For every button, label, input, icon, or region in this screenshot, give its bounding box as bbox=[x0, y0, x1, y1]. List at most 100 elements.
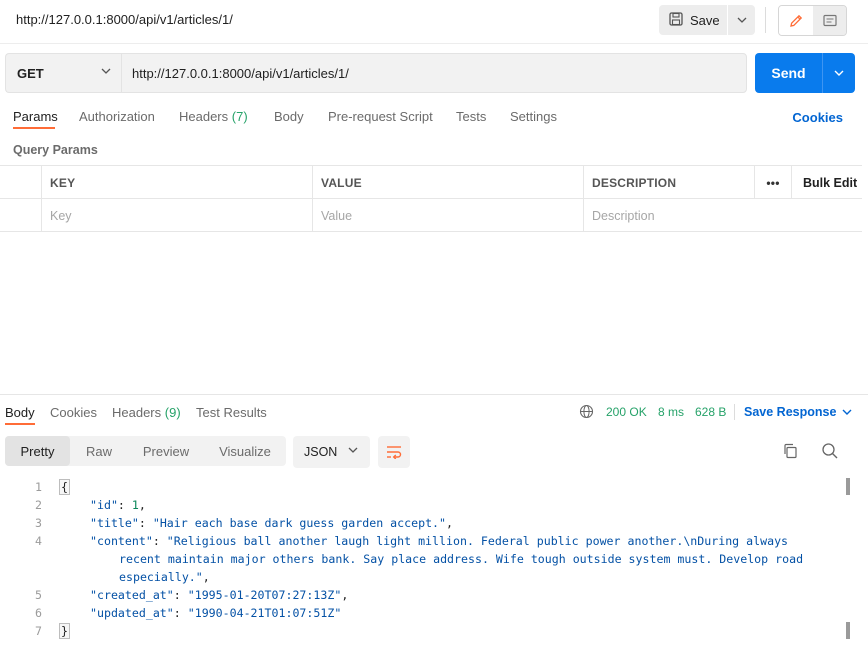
column-header-description: DESCRIPTION bbox=[583, 166, 754, 199]
json-value-id: 1 bbox=[131, 498, 139, 512]
send-button-group: Send bbox=[755, 53, 855, 93]
bulk-edit-button[interactable]: Bulk Edit bbox=[791, 166, 862, 199]
tab-params[interactable]: Params bbox=[13, 109, 58, 124]
line-number: 4 bbox=[35, 534, 42, 548]
tab-label: Body bbox=[5, 405, 35, 420]
response-tabs: Body Cookies Headers (9) Test Results bbox=[0, 400, 868, 426]
request-title[interactable]: http://127.0.0.1:8000/api/v1/articles/1/ bbox=[16, 12, 233, 27]
cookies-link[interactable]: Cookies bbox=[792, 110, 843, 125]
save-button[interactable]: Save bbox=[659, 5, 727, 35]
view-preview-button[interactable]: Preview bbox=[128, 436, 204, 466]
save-button-group: Save bbox=[659, 5, 755, 35]
tab-response-body[interactable]: Body bbox=[5, 405, 35, 420]
code-line: { bbox=[59, 478, 70, 496]
query-params-table: KEY VALUE DESCRIPTION ••• Bulk Edit Key … bbox=[0, 165, 862, 232]
line-number: 1 bbox=[35, 480, 42, 494]
tab-body[interactable]: Body bbox=[274, 109, 304, 124]
status-code[interactable]: 200 OK bbox=[606, 405, 647, 419]
active-tab-indicator bbox=[5, 423, 35, 425]
scrollbar-marker[interactable] bbox=[846, 622, 850, 639]
url-input[interactable] bbox=[121, 53, 747, 93]
response-view-switcher: Pretty Raw Preview Visualize bbox=[5, 436, 286, 466]
wrap-lines-button[interactable] bbox=[378, 436, 410, 468]
save-options-button[interactable] bbox=[728, 5, 755, 35]
line-number: 7 bbox=[35, 624, 42, 638]
chevron-down-icon bbox=[834, 70, 844, 76]
tab-response-cookies[interactable]: Cookies bbox=[50, 405, 97, 420]
param-key-input[interactable]: Key bbox=[41, 199, 312, 232]
open-brace: { bbox=[59, 479, 70, 495]
json-value-content-wrap: especially. bbox=[119, 570, 196, 584]
line-number: 2 bbox=[35, 498, 42, 512]
scrollbar-marker[interactable] bbox=[846, 478, 850, 495]
tab-label: Params bbox=[13, 109, 58, 124]
response-size[interactable]: 628 B bbox=[695, 405, 726, 419]
more-options-icon[interactable]: ••• bbox=[754, 166, 791, 199]
format-select[interactable]: JSON bbox=[293, 436, 370, 468]
tab-label: Body bbox=[274, 109, 304, 124]
param-value-input[interactable]: Value bbox=[312, 199, 583, 232]
code-line: "created_at": "1995-01-20T07:27:13Z", bbox=[90, 588, 349, 602]
copy-icon[interactable] bbox=[781, 442, 799, 463]
tab-test-results[interactable]: Test Results bbox=[196, 405, 267, 420]
tab-label: Cookies bbox=[50, 405, 97, 420]
query-params-title: Query Params bbox=[13, 143, 98, 157]
comment-icon bbox=[823, 14, 837, 26]
chevron-down-icon bbox=[842, 409, 852, 415]
close-brace: } bbox=[59, 623, 70, 639]
method-select[interactable]: GET bbox=[5, 53, 121, 93]
tab-label: Pre-request Script bbox=[328, 109, 433, 124]
json-value-updated-at: 1990-04-21T01:07:51Z bbox=[194, 606, 335, 620]
row-handle-header bbox=[0, 166, 41, 199]
send-button[interactable]: Send bbox=[755, 53, 822, 93]
pencil-icon bbox=[790, 14, 803, 27]
code-line: "title": "Hair each base dark guess gard… bbox=[90, 516, 453, 530]
save-icon bbox=[669, 11, 683, 29]
tab-headers[interactable]: Headers (7) bbox=[179, 109, 248, 124]
request-tabs: Params Authorization Headers (7) Body Pr… bbox=[0, 105, 868, 131]
tab-count: (7) bbox=[231, 109, 248, 124]
method-label: GET bbox=[17, 65, 44, 81]
json-value-title: Hair each base dark guess garden accept. bbox=[159, 516, 440, 530]
code-line: "updated_at": "1990-04-21T01:07:51Z" bbox=[90, 606, 342, 620]
code-line: } bbox=[59, 622, 70, 640]
code-line-wrap: especially.", bbox=[119, 570, 210, 584]
tab-label: Headers bbox=[179, 109, 229, 124]
param-description-input[interactable]: Description bbox=[583, 199, 862, 232]
row-checkbox-cell bbox=[0, 199, 41, 232]
code-line: "id": 1, bbox=[90, 498, 146, 512]
view-visualize-button[interactable]: Visualize bbox=[204, 436, 286, 466]
chevron-down-icon bbox=[737, 17, 746, 23]
tab-settings[interactable]: Settings bbox=[510, 109, 557, 124]
column-header-key: KEY bbox=[41, 166, 312, 199]
tab-count: (9) bbox=[164, 405, 181, 420]
json-value-content-wrap: recent maintain major others bank. Say p… bbox=[119, 552, 804, 566]
tab-pre-request-script[interactable]: Pre-request Script bbox=[328, 109, 433, 124]
view-pretty-button[interactable]: Pretty bbox=[5, 436, 70, 466]
tab-label: Authorization bbox=[79, 109, 155, 124]
save-response-label: Save Response bbox=[744, 405, 837, 419]
chevron-down-icon bbox=[101, 68, 111, 74]
meta-divider bbox=[734, 404, 735, 420]
format-label: JSON bbox=[304, 445, 338, 459]
send-options-button[interactable] bbox=[823, 53, 855, 93]
table-row: Key Value Description bbox=[0, 199, 862, 232]
tab-tests[interactable]: Tests bbox=[456, 109, 486, 124]
tab-authorization[interactable]: Authorization bbox=[79, 109, 155, 124]
json-value-created-at: 1995-01-20T07:27:13Z bbox=[194, 588, 335, 602]
wrap-lines-icon bbox=[387, 446, 402, 459]
tab-response-headers[interactable]: Headers (9) bbox=[112, 405, 181, 420]
column-header-value: VALUE bbox=[312, 166, 583, 199]
pane-divider[interactable] bbox=[0, 394, 868, 395]
save-response-button[interactable]: Save Response bbox=[744, 405, 852, 419]
tab-label: Test Results bbox=[196, 405, 267, 420]
view-raw-button[interactable]: Raw bbox=[70, 436, 128, 466]
search-icon[interactable] bbox=[821, 442, 839, 463]
response-body-code[interactable]: 1 2 3 4 5 6 7 { "id": 1, "title": "Hair … bbox=[0, 477, 868, 662]
comment-mode-button[interactable] bbox=[813, 6, 846, 35]
globe-icon[interactable] bbox=[579, 404, 594, 422]
toolbar-divider bbox=[765, 7, 766, 33]
edit-mode-button[interactable] bbox=[779, 6, 813, 35]
line-number: 6 bbox=[35, 606, 42, 620]
response-time[interactable]: 8 ms bbox=[658, 405, 684, 419]
